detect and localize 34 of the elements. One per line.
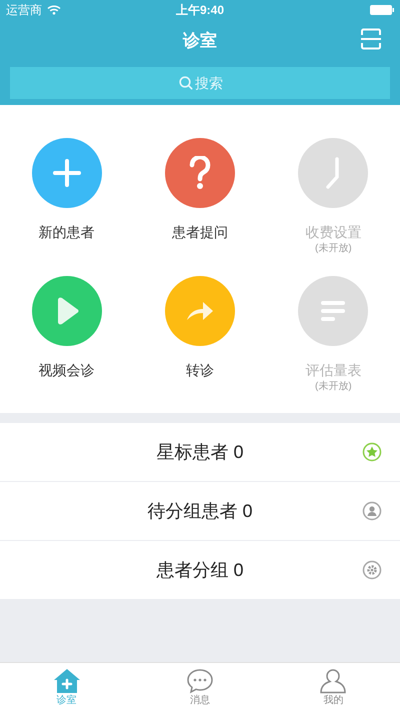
not-open-note: (未开放) [314,243,352,255]
feature-label: 新的患者 [38,223,95,242]
search-icon [179,76,193,90]
tab[interactable]: 我的 [266,663,400,710]
group-row[interactable]: 星标患者 0 [0,423,400,481]
window-title: 诊室 [183,30,217,52]
feature-tile[interactable]: 转诊 [133,276,267,414]
feature-label: 患者提问 [172,223,228,242]
carrier-label: 运营商 [6,2,42,19]
feature-tile[interactable]: 视频会诊 [0,276,134,414]
gear-icon [362,560,382,580]
feature-tile[interactable]: 新的患者 [0,138,134,276]
search-field[interactable]: 搜索 [10,67,390,99]
chat-bubble-icon [186,668,214,694]
person-icon [362,501,382,521]
status-time: 上午9:40 [176,2,224,19]
feature-label: 视频会诊 [38,361,95,380]
plus-icon [52,158,82,188]
group-row[interactable]: 待分组患者 0 [0,482,400,540]
lines-icon [320,299,346,323]
feature-label: 转诊 [186,361,214,380]
feature-label: 评估量表 [305,361,362,380]
wifi-icon [47,5,61,15]
battery-icon [370,5,394,15]
question-icon [188,156,212,190]
tab[interactable]: 消息 [133,663,267,710]
scan-button[interactable] [360,28,382,50]
group-row[interactable]: 患者分组 0 [0,541,400,599]
scan-icon [360,28,382,50]
home-icon [52,668,81,694]
not-open-note: (未开放) [314,381,352,393]
person-icon [319,668,348,694]
feature-label: 收费设置 [305,223,362,242]
feature-tile[interactable]: 患者提问 [133,138,267,276]
